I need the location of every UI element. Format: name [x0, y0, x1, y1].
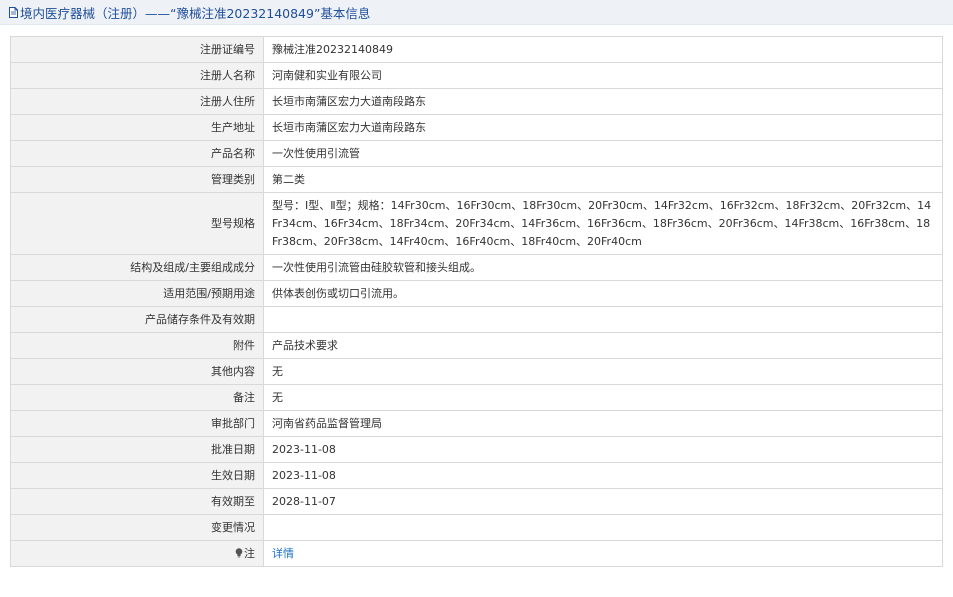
- page-header: 境内医疗器械（注册）——“豫械注准20232140849”基本信息: [0, 0, 953, 25]
- table-row: 有效期至 2028-11-07: [10, 488, 943, 515]
- table-row: 结构及组成/主要组成成分 一次性使用引流管由硅胶软管和接头组成。: [10, 254, 943, 281]
- row-label: 生效日期: [10, 462, 264, 489]
- row-label: 结构及组成/主要组成成分: [10, 254, 264, 281]
- row-value: 无: [263, 358, 943, 385]
- device-info-table: 注册证编号 豫械注准20232140849 注册人名称 河南健和实业有限公司 注…: [10, 36, 943, 567]
- table-row: 变更情况: [10, 514, 943, 541]
- note-label-cell: 注: [10, 540, 264, 567]
- row-label: 变更情况: [10, 514, 264, 541]
- table-row: 型号规格 型号：Ⅰ型、Ⅱ型；规格：14Fr30cm、16Fr30cm、18Fr3…: [10, 192, 943, 255]
- row-value: 2023-11-08: [263, 436, 943, 463]
- row-label: 备注: [10, 384, 264, 411]
- row-value: 一次性使用引流管: [263, 140, 943, 167]
- row-value: 无: [263, 384, 943, 411]
- table-row: 注册人名称 河南健和实业有限公司: [10, 62, 943, 89]
- row-label: 适用范围/预期用途: [10, 280, 264, 307]
- table-row: 其他内容 无: [10, 358, 943, 385]
- row-label: 审批部门: [10, 410, 264, 437]
- table-row: 生效日期 2023-11-08: [10, 462, 943, 489]
- table-row: 管理类别 第二类: [10, 166, 943, 193]
- row-label: 管理类别: [10, 166, 264, 193]
- page-title: 境内医疗器械（注册）——“豫械注准20232140849”基本信息: [20, 5, 371, 21]
- row-label: 附件: [10, 332, 264, 359]
- table-row: 注册人住所 长垣市南蒲区宏力大道南段路东: [10, 88, 943, 115]
- row-label: 有效期至: [10, 488, 264, 515]
- table-row: 产品名称 一次性使用引流管: [10, 140, 943, 167]
- table-row: 审批部门 河南省药品监督管理局: [10, 410, 943, 437]
- table-row: 产品储存条件及有效期: [10, 306, 943, 333]
- row-label: 其他内容: [10, 358, 264, 385]
- table-row: 注册证编号 豫械注准20232140849: [10, 36, 943, 63]
- row-label: 产品储存条件及有效期: [10, 306, 264, 333]
- row-value: 长垣市南蒲区宏力大道南段路东: [263, 114, 943, 141]
- row-label: 产品名称: [10, 140, 264, 167]
- row-value: 一次性使用引流管由硅胶软管和接头组成。: [263, 254, 943, 281]
- row-value: [263, 306, 943, 333]
- row-label: 生产地址: [10, 114, 264, 141]
- row-label: 注册人住所: [10, 88, 264, 115]
- note-label: 注: [244, 546, 255, 560]
- row-value: 河南健和实业有限公司: [263, 62, 943, 89]
- row-label: 型号规格: [10, 192, 264, 255]
- note-row: 注 详情: [10, 540, 943, 567]
- note-value-cell: 详情: [263, 540, 943, 567]
- row-value: 供体表创伤或切口引流用。: [263, 280, 943, 307]
- table-row: 适用范围/预期用途 供体表创伤或切口引流用。: [10, 280, 943, 307]
- row-value: 产品技术要求: [263, 332, 943, 359]
- row-value: [263, 514, 943, 541]
- row-label: 注册证编号: [10, 36, 264, 63]
- document-icon: [9, 6, 18, 18]
- row-value: 豫械注准20232140849: [263, 36, 943, 63]
- details-link[interactable]: 详情: [272, 547, 294, 560]
- row-value: 2023-11-08: [263, 462, 943, 489]
- row-label: 批准日期: [10, 436, 264, 463]
- table-row: 批准日期 2023-11-08: [10, 436, 943, 463]
- row-value: 型号：Ⅰ型、Ⅱ型；规格：14Fr30cm、16Fr30cm、18Fr30cm、2…: [263, 192, 943, 255]
- row-value: 长垣市南蒲区宏力大道南段路东: [263, 88, 943, 115]
- lightbulb-icon: [235, 546, 243, 557]
- row-value: 2028-11-07: [263, 488, 943, 515]
- table-row: 备注 无: [10, 384, 943, 411]
- row-label: 注册人名称: [10, 62, 264, 89]
- table-row: 生产地址 长垣市南蒲区宏力大道南段路东: [10, 114, 943, 141]
- row-value: 河南省药品监督管理局: [263, 410, 943, 437]
- table-row: 附件 产品技术要求: [10, 332, 943, 359]
- row-value: 第二类: [263, 166, 943, 193]
